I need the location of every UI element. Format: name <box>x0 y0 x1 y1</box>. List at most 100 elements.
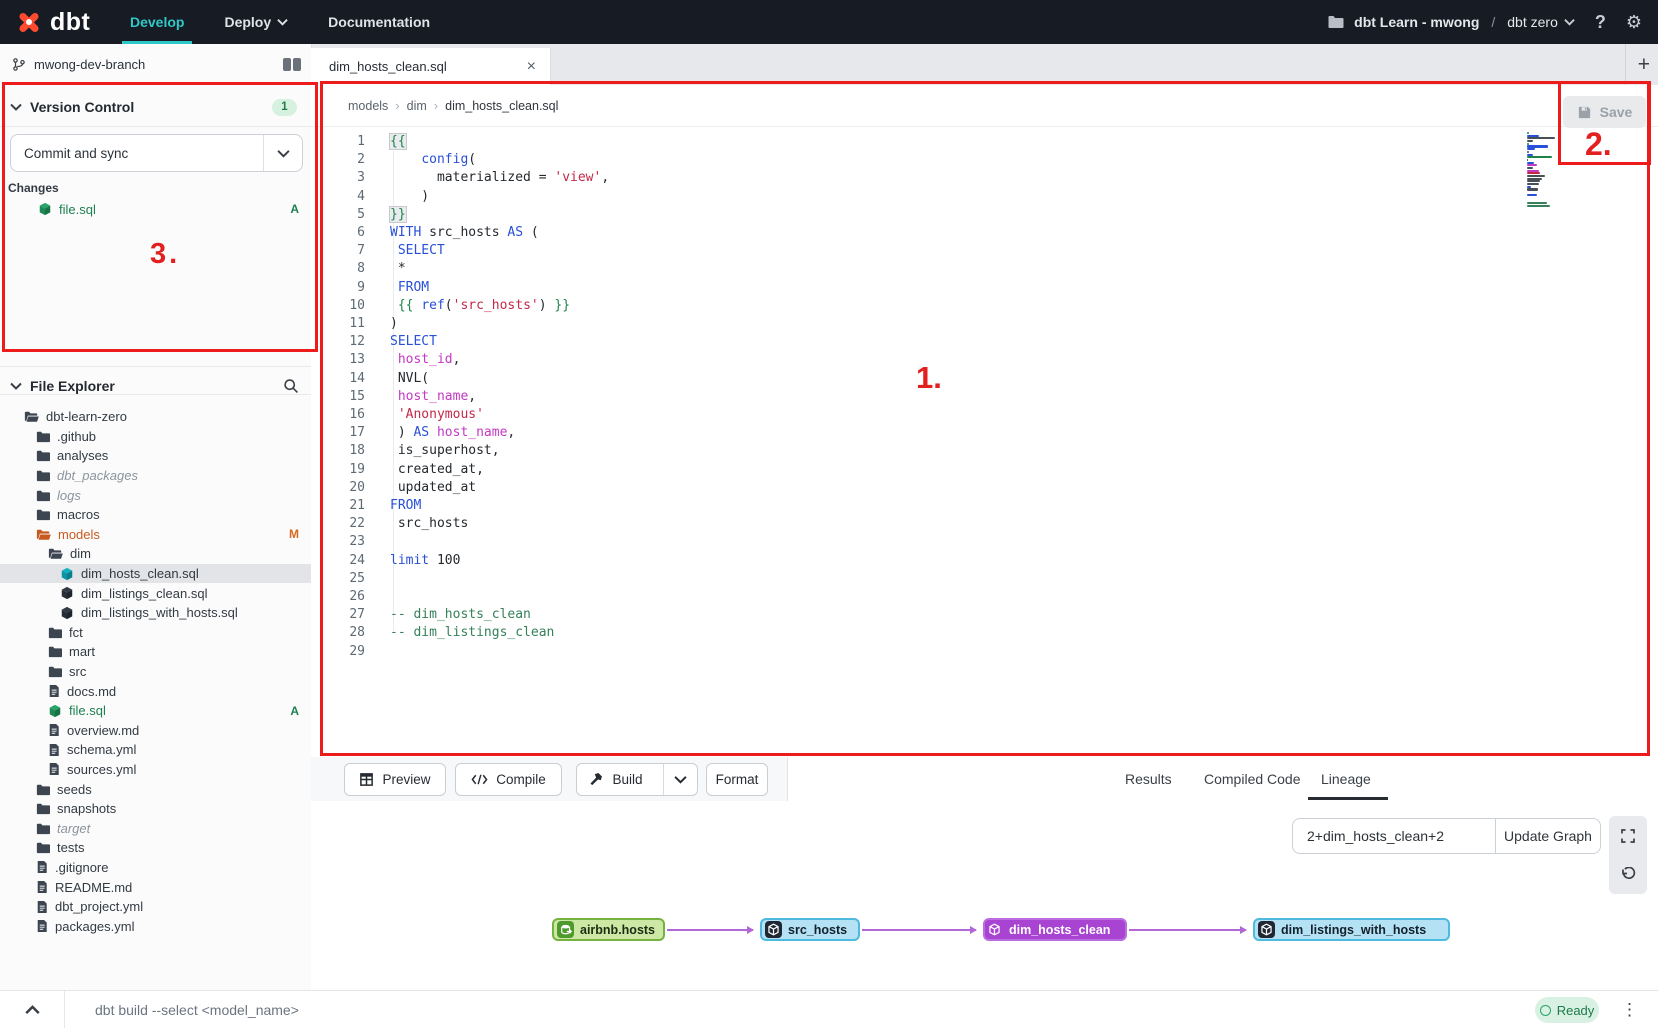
file-explorer-header[interactable]: File Explorer <box>0 368 311 404</box>
tree-item-tests[interactable]: tests <box>0 838 311 858</box>
code-line[interactable]: 7 SELECT <box>311 242 609 260</box>
code-line[interactable]: 20 updated_at <box>311 479 609 497</box>
tree-item-sources-yml[interactable]: sources.yml <box>0 760 311 780</box>
code-line[interactable]: 9 FROM <box>311 279 609 297</box>
tree-item-dbt-project-yml[interactable]: dbt_project.yml <box>0 897 311 917</box>
code-line[interactable]: 26 <box>311 588 609 606</box>
commit-options-dropdown[interactable] <box>263 135 302 171</box>
code-line[interactable]: 27-- dim_hosts_clean <box>311 606 609 624</box>
save-button[interactable]: Save <box>1563 96 1646 128</box>
code-line[interactable]: 22 src_hosts <box>311 515 609 533</box>
code-line[interactable]: 17 ) AS host_name, <box>311 424 609 442</box>
code-line[interactable]: 12SELECT <box>311 333 609 351</box>
tab-results[interactable]: Results <box>1125 757 1172 800</box>
lineage-selector-input[interactable] <box>1292 818 1495 854</box>
minimap[interactable] <box>1527 132 1557 210</box>
tree-item-dim-listings-with-hosts-sql[interactable]: dim_listings_with_hosts.sql <box>0 603 311 623</box>
help-icon[interactable]: ? <box>1595 12 1606 33</box>
tree-item-snapshots[interactable]: snapshots <box>0 799 311 819</box>
tree-item-dim-listings-clean-sql[interactable]: dim_listings_clean.sql <box>0 583 311 603</box>
code-line[interactable]: 13 host_id, <box>311 351 609 369</box>
code-line[interactable]: 8 * <box>311 260 609 278</box>
build-options-dropdown[interactable] <box>663 764 697 795</box>
lineage-node-dim-listings-with-hosts[interactable]: dim_listings_with_hosts <box>1253 918 1450 941</box>
tree-item-target[interactable]: target <box>0 818 311 838</box>
update-graph-button[interactable]: Update Graph <box>1495 818 1601 854</box>
tree-item-docs-md[interactable]: docs.md <box>0 681 311 701</box>
code-area[interactable]: 1{{2 config(3 materialized = 'view',4 )5… <box>311 133 609 661</box>
environment-selector[interactable]: dbt zero <box>1507 14 1575 30</box>
tree-item-packages-yml[interactable]: packages.yml <box>0 916 311 936</box>
code-line[interactable]: 14 NVL( <box>311 370 609 388</box>
compile-button[interactable]: Compile <box>455 763 562 796</box>
preview-button[interactable]: Preview <box>344 763 446 796</box>
code-line[interactable]: 25 <box>311 570 609 588</box>
code-line[interactable]: 21FROM <box>311 497 609 515</box>
tree-item-analyses[interactable]: analyses <box>0 446 311 466</box>
lineage-node-dim-hosts-clean[interactable]: dim_hosts_clean <box>983 918 1127 941</box>
tree-item-file-sql[interactable]: file.sqlA <box>0 701 311 721</box>
code-line[interactable]: 3 materialized = 'view', <box>311 169 609 187</box>
nav-documentation[interactable]: Documentation <box>328 0 430 44</box>
close-icon[interactable]: × <box>527 58 536 76</box>
code-line[interactable]: 6WITH src_hosts AS ( <box>311 224 609 242</box>
code-line[interactable]: 28-- dim_listings_clean <box>311 624 609 642</box>
breadcrumb-file[interactable]: dim_hosts_clean.sql <box>445 99 558 113</box>
code-line[interactable]: 4 ) <box>311 188 609 206</box>
tree-item-dbt-packages[interactable]: dbt_packages <box>0 466 311 486</box>
format-button[interactable]: Format <box>706 763 768 796</box>
tab-compiled-code[interactable]: Compiled Code <box>1204 757 1301 800</box>
tree-item-readme-md[interactable]: README.md <box>0 877 311 897</box>
code-line[interactable]: 5}} <box>311 206 609 224</box>
code-line[interactable]: 23 <box>311 533 609 551</box>
code-line[interactable]: 24limit 100 <box>311 552 609 570</box>
code-line[interactable]: 10 {{ ref('src_hosts') }} <box>311 297 609 315</box>
breadcrumb-models[interactable]: models <box>348 99 388 113</box>
gear-icon[interactable]: ⚙ <box>1626 12 1642 33</box>
tree-item--github[interactable]: .github <box>0 427 311 447</box>
code-line[interactable]: 11) <box>311 315 609 333</box>
search-icon[interactable] <box>283 378 299 394</box>
project-name[interactable]: dbt Learn - mwong <box>1354 14 1479 30</box>
tree-item-seeds[interactable]: seeds <box>0 779 311 799</box>
tree-item-mart[interactable]: mart <box>0 642 311 662</box>
tree-item--gitignore[interactable]: .gitignore <box>0 858 311 878</box>
lineage-node-src-hosts[interactable]: src_hosts <box>760 918 860 941</box>
code-line[interactable]: 19 created_at, <box>311 461 609 479</box>
tree-item-dim[interactable]: dim <box>0 544 311 564</box>
breadcrumb-dim[interactable]: dim <box>407 99 427 113</box>
command-input[interactable] <box>65 1001 1535 1019</box>
tree-item-models[interactable]: modelsM <box>0 525 311 545</box>
tree-item-dbt-learn-zero[interactable]: dbt-learn-zero <box>0 407 311 427</box>
tree-item-schema-yml[interactable]: schema.yml <box>0 740 311 760</box>
code-line[interactable]: 29 <box>311 643 609 661</box>
code-line[interactable]: 15 host_name, <box>311 388 609 406</box>
lineage-graph[interactable]: airbnb.hosts src_hosts dim_hosts_clean dim_… <box>311 901 1658 990</box>
fullscreen-icon[interactable] <box>1620 828 1636 844</box>
tree-item-logs[interactable]: logs <box>0 485 311 505</box>
tree-item-overview-md[interactable]: overview.md <box>0 721 311 741</box>
chevron-up-icon[interactable] <box>0 1005 64 1015</box>
nav-deploy[interactable]: Deploy <box>224 0 288 44</box>
code-line[interactable]: 2 config( <box>311 151 609 169</box>
tree-item-macros[interactable]: macros <box>0 505 311 525</box>
split-view-icon[interactable] <box>283 58 301 71</box>
lineage-node-airbnb-hosts[interactable]: airbnb.hosts <box>552 918 665 941</box>
editor-tab-dim-hosts-clean[interactable]: dim_hosts_clean.sql × <box>311 48 551 85</box>
code-line[interactable]: 16 'Anonymous' <box>311 406 609 424</box>
changed-file-row[interactable]: file.sql A <box>0 199 311 219</box>
kebab-menu-icon[interactable]: ⋮ <box>1621 1000 1638 1020</box>
code-line[interactable]: 1{{ <box>311 133 609 151</box>
dbt-logo[interactable]: dbt <box>14 7 110 37</box>
tree-item-fct[interactable]: fct <box>0 623 311 643</box>
tab-lineage[interactable]: Lineage <box>1321 757 1371 800</box>
new-tab-button[interactable]: + <box>1625 44 1650 85</box>
tree-item-src[interactable]: src <box>0 662 311 682</box>
build-button[interactable]: Build <box>577 764 654 795</box>
reset-view-icon[interactable] <box>1620 867 1636 883</box>
version-control-header[interactable]: Version Control 1 <box>0 89 311 125</box>
tree-item-dim-hosts-clean-sql[interactable]: dim_hosts_clean.sql <box>0 564 311 584</box>
nav-develop[interactable]: Develop <box>130 0 184 44</box>
code-line[interactable]: 18 is_superhost, <box>311 442 609 460</box>
commit-and-sync-button[interactable]: Commit and sync <box>10 134 303 172</box>
